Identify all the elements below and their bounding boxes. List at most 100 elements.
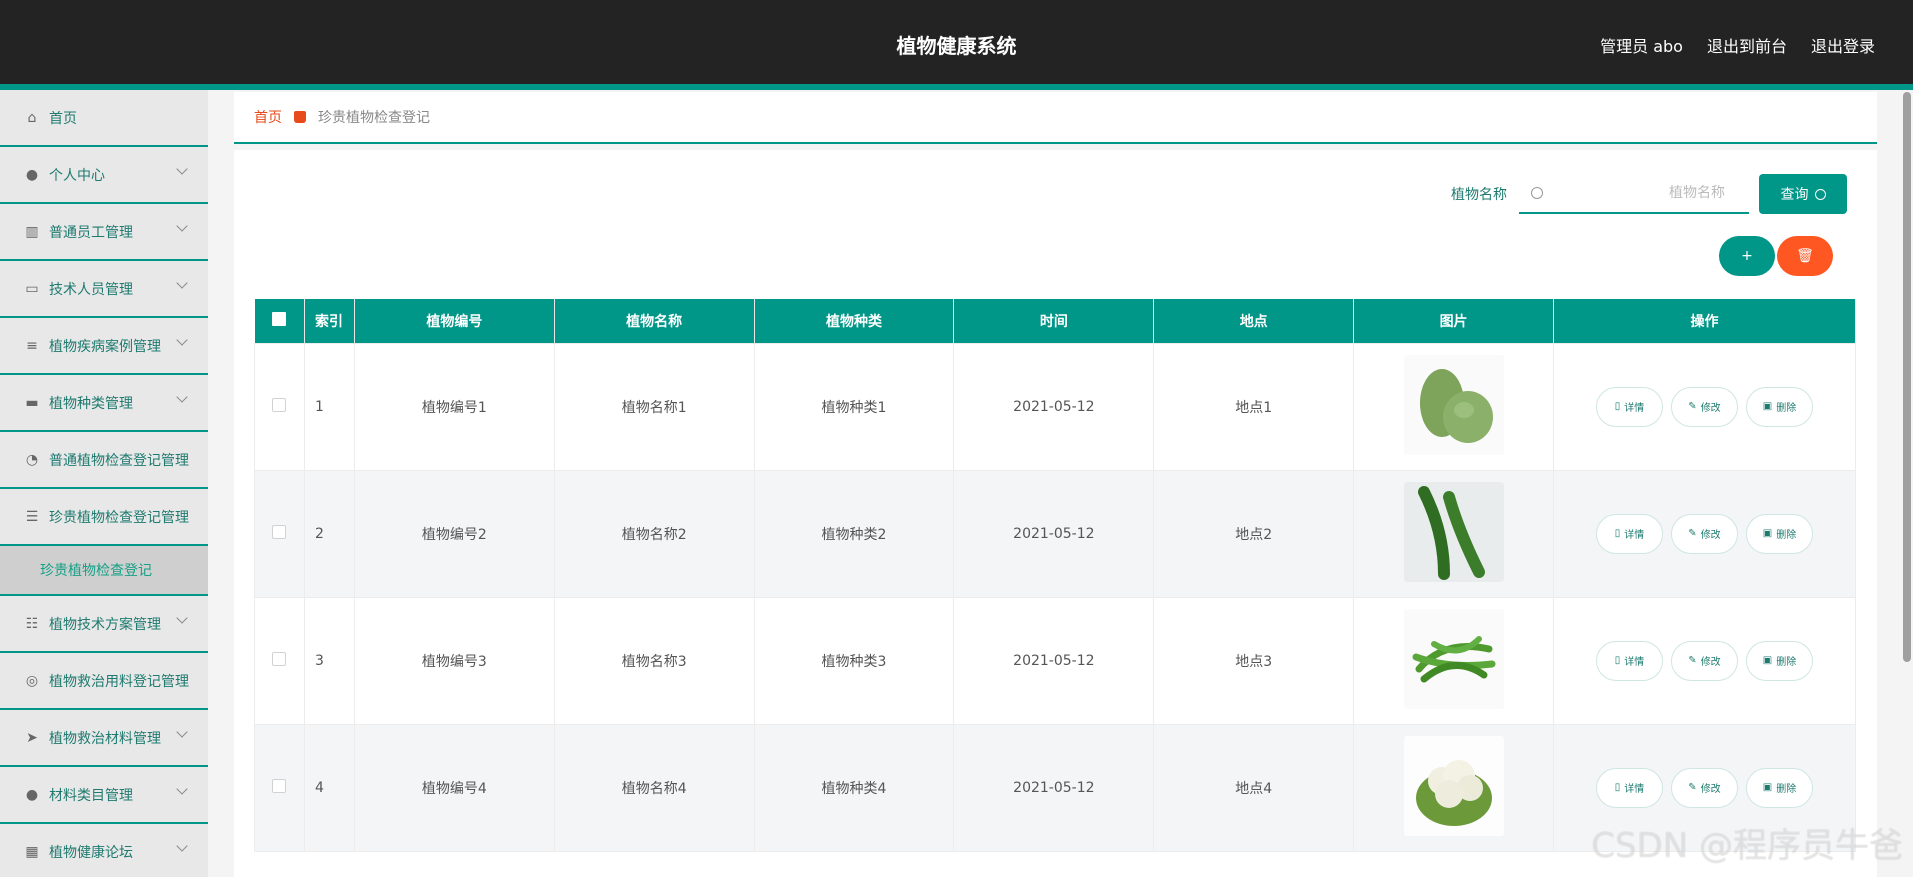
admin-user-label[interactable]: 管理员 abo — [1600, 33, 1683, 57]
back-to-front-link[interactable]: 退出到前台 — [1707, 33, 1787, 57]
edit-button[interactable]: ✎ 修改 — [1671, 513, 1738, 554]
search-bar: 植物名称 查询 — [1451, 174, 1847, 214]
cell-index: 1 — [303, 342, 355, 471]
col-header: 地点 — [1153, 299, 1355, 343]
logout-link[interactable]: 退出登录 — [1811, 33, 1875, 57]
row-select-cell — [254, 469, 305, 598]
row-checkbox[interactable] — [272, 778, 287, 793]
cell-code: 植物编号1 — [353, 342, 555, 471]
cell-place: 地点4 — [1153, 723, 1355, 852]
user-icon: ● — [25, 786, 39, 803]
sidebar-subitem-rare-check[interactable]: 珍贵植物检查登记 — [0, 546, 208, 596]
batch-delete-button[interactable]: 🗑 — [1777, 236, 1833, 276]
col-header: 植物种类 — [754, 299, 955, 343]
sidebar-item-tech-plan[interactable]: ☷ 植物技术方案管理 — [0, 596, 208, 653]
chat-icon: ▭ — [25, 280, 39, 297]
sidebar-item-staff[interactable]: ▥ 普通员工管理 — [0, 204, 208, 261]
sidebar-item-personal[interactable]: ● 个人中心 — [0, 147, 208, 204]
edit-icon: ✎ — [1688, 401, 1697, 412]
sidebar-item-label: 材料类目管理 — [49, 787, 133, 804]
sidebar-item-label: 个人中心 — [49, 167, 105, 184]
cell-date: 2021-05-12 — [953, 469, 1155, 598]
sidebar-item-disease[interactable]: ≡ 植物疾病案例管理 — [0, 318, 208, 375]
cell-place: 地点1 — [1153, 342, 1355, 471]
sidebar-item-home[interactable]: ⌂ 首页 — [0, 90, 208, 147]
sidebar-item-species[interactable]: ▬ 植物种类管理 — [0, 375, 208, 432]
cell-date: 2021-05-12 — [953, 723, 1155, 852]
sidebar-item-tech[interactable]: ▭ 技术人员管理 — [0, 261, 208, 318]
sidebar: ⌂ 首页 ● 个人中心 ▥ 普通员工管理 ▭ 技术人员管理 ≡ 植物疾病案例管理… — [0, 90, 208, 877]
delete-button[interactable]: ▣ 删除 — [1746, 513, 1813, 554]
delete-button[interactable]: ▣ 删除 — [1746, 640, 1813, 681]
edit-label: 修改 — [1700, 784, 1721, 795]
search-input[interactable] — [1553, 185, 1743, 201]
edit-button[interactable]: ✎ 修改 — [1671, 386, 1738, 427]
cell-image — [1353, 596, 1555, 725]
bag-icon — [294, 111, 306, 123]
sidebar-item-label: 植物种类管理 — [49, 395, 133, 412]
cell-index: 3 — [303, 596, 355, 725]
sidebar-item-rare-check[interactable]: ☰ 珍贵植物检查登记管理 — [0, 489, 208, 546]
delete-button[interactable]: ▣ 删除 — [1746, 386, 1813, 427]
row-checkbox[interactable] — [272, 524, 287, 539]
col-header: 植物编号 — [354, 299, 555, 343]
edit-button[interactable]: ✎ 修改 — [1671, 640, 1738, 681]
table-header-row: 索引 植物编号 植物名称 植物种类 时间 地点 图片 操作 — [254, 299, 1856, 343]
cell-code: 植物编号2 — [353, 469, 555, 598]
sidebar-item-forum[interactable]: ▦ 植物健康论坛 — [0, 824, 208, 877]
top-header: 植物健康系统 管理员 abo 退出到前台 退出登录 — [0, 0, 1913, 90]
breadcrumb: 首页 珍贵植物检查登记 — [234, 92, 1877, 144]
cell-name: 植物名称3 — [553, 596, 755, 725]
row-checkbox[interactable] — [272, 397, 287, 412]
grid-icon: ▦ — [25, 843, 39, 860]
sidebar-item-material-category[interactable]: ● 材料类目管理 — [0, 767, 208, 824]
detail-button[interactable]: ▯ 详情 — [1596, 640, 1663, 681]
detail-button[interactable]: ▯ 详情 — [1596, 767, 1663, 808]
row-select-cell — [254, 596, 305, 725]
cell-index: 2 — [303, 469, 355, 598]
action-buttons: + 🗑 — [1719, 236, 1833, 276]
breadcrumb-home-link[interactable]: 首页 — [254, 107, 282, 127]
col-header: 时间 — [953, 299, 1155, 343]
sidebar-item-label: 植物救治材料管理 — [49, 730, 161, 747]
user-icon: ● — [25, 166, 39, 183]
sidebar-item-normal-check[interactable]: ◔ 普通植物检查登记管理 — [0, 432, 208, 489]
cell-place: 地点2 — [1153, 469, 1355, 598]
compass-icon: ◎ — [25, 672, 39, 689]
row-select-cell — [254, 723, 305, 852]
cell-date: 2021-05-12 — [953, 596, 1155, 725]
cauliflower-image — [1403, 735, 1504, 836]
sidebar-item-label: 普通植物检查登记管理 — [49, 452, 189, 469]
page-scrollbar[interactable] — [1903, 92, 1911, 662]
edit-label: 修改 — [1700, 530, 1721, 541]
delete-label: 删除 — [1776, 657, 1797, 668]
sidebar-item-materials-log[interactable]: ◎ 植物救治用料登记管理 — [0, 653, 208, 710]
cell-image — [1353, 469, 1555, 598]
data-table: 索引 植物编号 植物名称 植物种类 时间 地点 图片 操作 1 植物编号1 植物… — [254, 299, 1856, 852]
search-label: 植物名称 — [1451, 187, 1507, 203]
edit-button[interactable]: ✎ 修改 — [1671, 767, 1738, 808]
sidebar-item-materials[interactable]: ➤ 植物救治材料管理 — [0, 710, 208, 767]
search-icon — [1814, 188, 1826, 200]
green-beans-image — [1403, 608, 1504, 709]
col-header: 操作 — [1553, 299, 1856, 343]
col-header: 植物名称 — [554, 299, 755, 343]
chevron-down-icon — [176, 612, 188, 624]
detail-button[interactable]: ▯ 详情 — [1596, 513, 1663, 554]
search-icon — [1531, 187, 1543, 199]
cell-ops: ▯ 详情 ✎ 修改 ▣ 删除 — [1553, 596, 1856, 725]
main-panel: 植物名称 查询 + 🗑 索引 植物编号 植物名称 植物种类 时间 地点 图片 操… — [234, 150, 1877, 877]
trash-icon: ▣ — [1762, 782, 1773, 793]
add-button[interactable]: + — [1719, 236, 1775, 276]
detail-button[interactable]: ▯ 详情 — [1596, 386, 1663, 427]
edit-icon: ✎ — [1688, 782, 1697, 793]
delete-button[interactable]: ▣ 删除 — [1746, 767, 1813, 808]
select-all-checkbox[interactable] — [272, 311, 287, 326]
breadcrumb-current: 珍贵植物检查登记 — [318, 110, 430, 126]
query-button[interactable]: 查询 — [1759, 174, 1847, 214]
row-checkbox[interactable] — [272, 651, 287, 666]
detail-label: 详情 — [1624, 530, 1645, 541]
cell-index: 4 — [303, 723, 355, 852]
chevron-down-icon — [176, 220, 188, 232]
chevron-down-icon — [176, 163, 188, 175]
